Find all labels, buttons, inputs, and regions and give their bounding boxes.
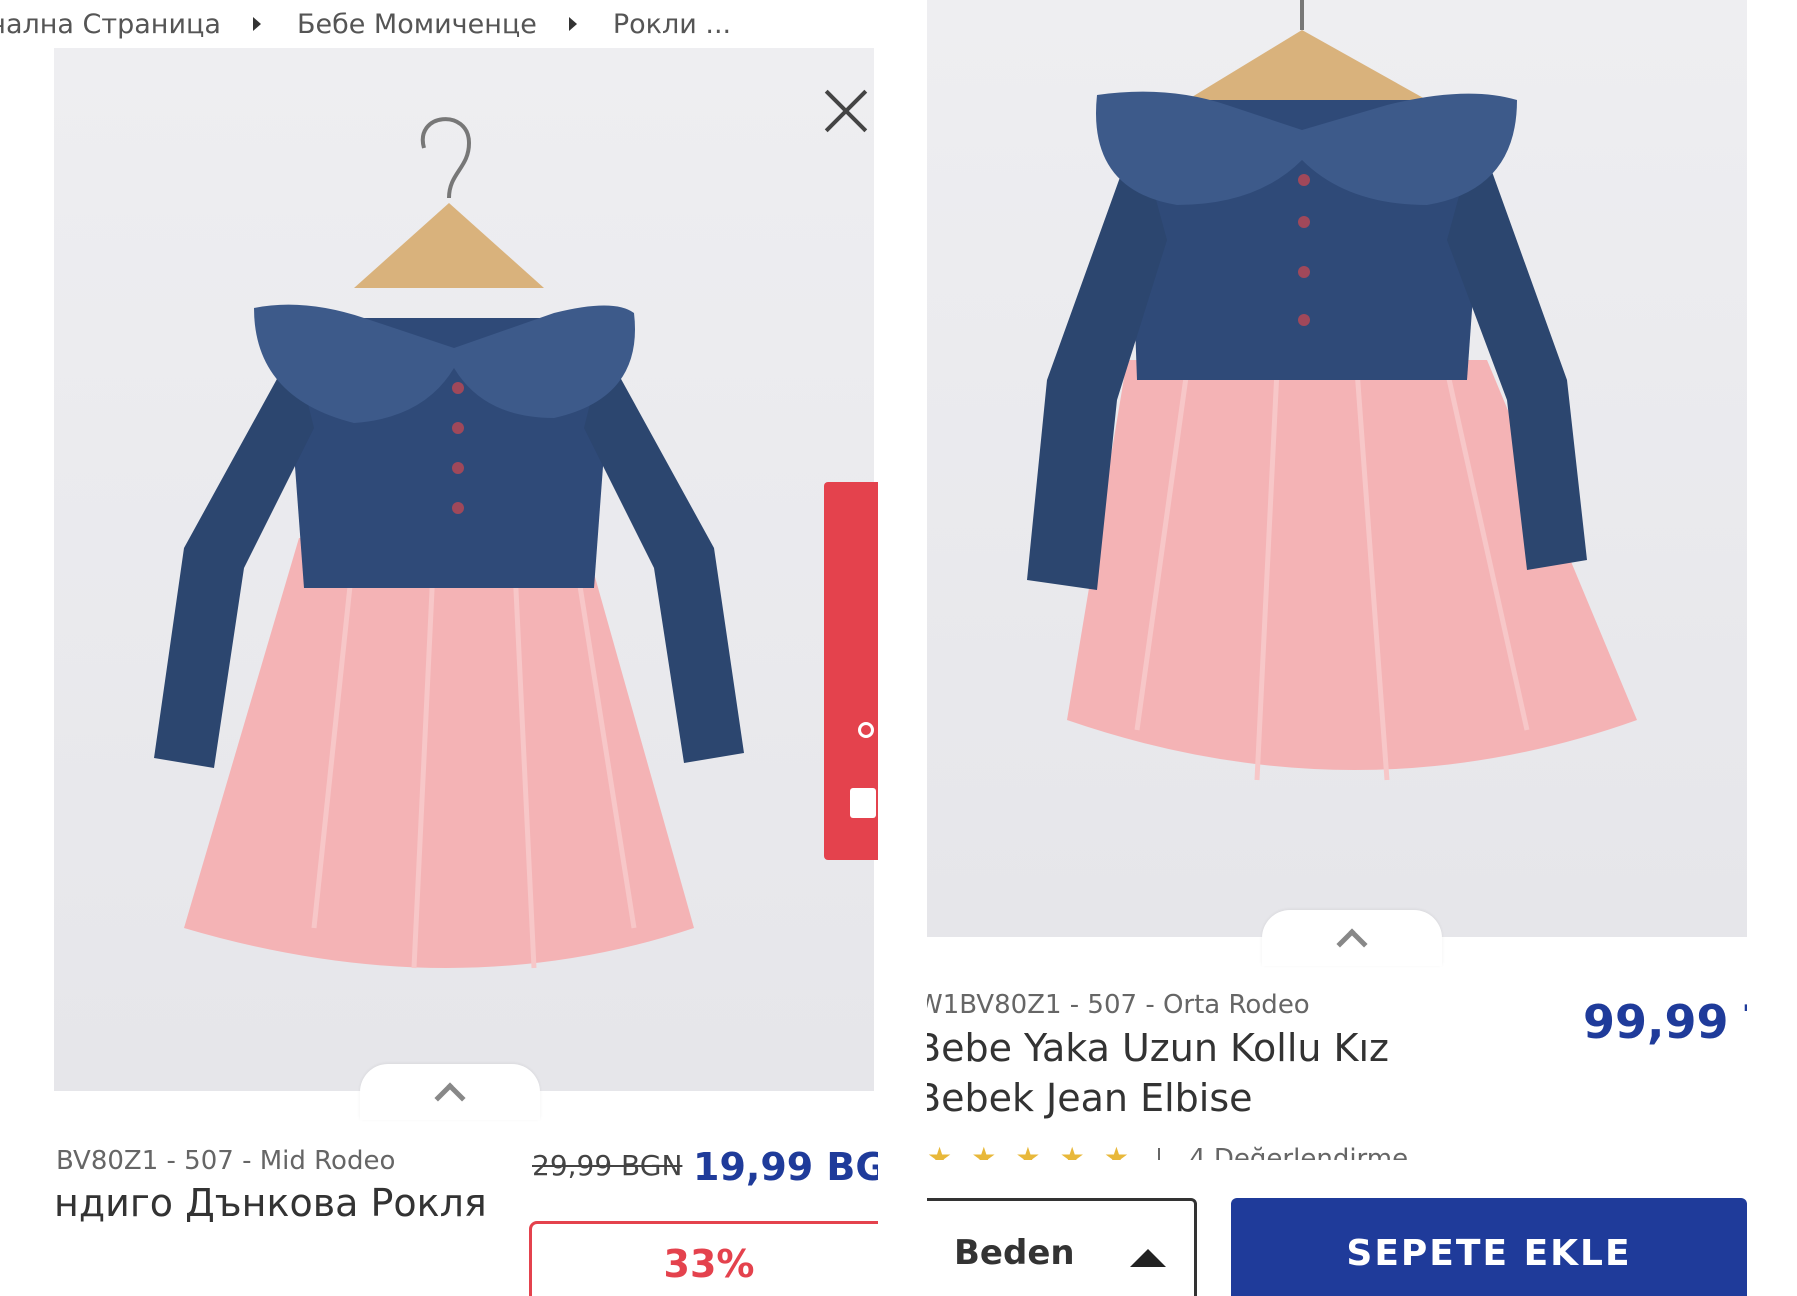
rating-divider [1158, 1148, 1161, 1160]
rating-row[interactable]: ★ ★ ★ ★ ★ 4 Değerlendirme [927, 1138, 1747, 1160]
left-screenshot-panel: чална Страница Бебе Момиченце Рокли ... [0, 0, 878, 1296]
star-icon: ★ [1059, 1141, 1085, 1160]
product-sku: BV80Z1 - 507 - Mid Rodeo [56, 1146, 396, 1176]
size-dropdown-label: Beden [954, 1233, 1075, 1273]
close-icon[interactable] [818, 83, 874, 139]
star-icon: ★ [1103, 1141, 1129, 1160]
product-name-line2: Bebek Jean Elbise [927, 1076, 1253, 1120]
breadcrumb-baby-girl[interactable]: Бебе Момиченце [297, 9, 537, 40]
size-dropdown[interactable]: Beden [927, 1198, 1197, 1296]
badge-icon [858, 722, 874, 738]
cart-icon [850, 788, 876, 818]
product-image[interactable] [54, 48, 874, 1091]
discount-percent: 33% [663, 1242, 755, 1286]
expand-details-tab[interactable] [360, 1064, 540, 1120]
star-icon: ★ [927, 1141, 953, 1160]
product-sku: W1BV80Z1 - 507 - Orta Rodeo [927, 990, 1310, 1020]
caret-right-icon [568, 17, 577, 31]
product-image[interactable] [927, 0, 1747, 937]
side-cart-tab[interactable] [824, 482, 878, 860]
breadcrumb-home[interactable]: чална Страница [0, 9, 221, 40]
chevron-up-icon [1336, 928, 1368, 960]
caret-up-icon [1130, 1249, 1166, 1267]
star-icon: ★ [971, 1141, 997, 1160]
add-to-cart-button[interactable]: SEPETE EKLE [1231, 1198, 1747, 1296]
dress-illustration [154, 117, 744, 969]
product-name: ндиго Дънкова Рокля [54, 1181, 487, 1225]
caret-right-icon [252, 17, 261, 31]
breadcrumb-dresses[interactable]: Рокли ... [613, 9, 731, 40]
sale-price: 19,99 BGN [693, 1145, 878, 1189]
old-price: 29,99 BGN [532, 1149, 683, 1182]
product-price: 99,99 T [1583, 995, 1747, 1049]
breadcrumb: чална Страница Бебе Момиченце Рокли ... [0, 0, 878, 48]
add-to-cart-label: SEPETE EKLE [1346, 1232, 1632, 1274]
product-name-line1: Bebe Yaka Uzun Kollu Kız [927, 1026, 1389, 1070]
expand-details-tab[interactable] [1262, 910, 1442, 966]
star-icon: ★ [1015, 1141, 1041, 1160]
review-count[interactable]: 4 Değerlendirme [1189, 1139, 1408, 1160]
dress-illustration [1027, 0, 1637, 781]
discount-badge: 33% [529, 1221, 878, 1296]
chevron-up-icon [434, 1082, 466, 1114]
right-screenshot-panel: W1BV80Z1 - 507 - Orta Rodeo Bebe Yaka Uz… [927, 0, 1747, 1296]
